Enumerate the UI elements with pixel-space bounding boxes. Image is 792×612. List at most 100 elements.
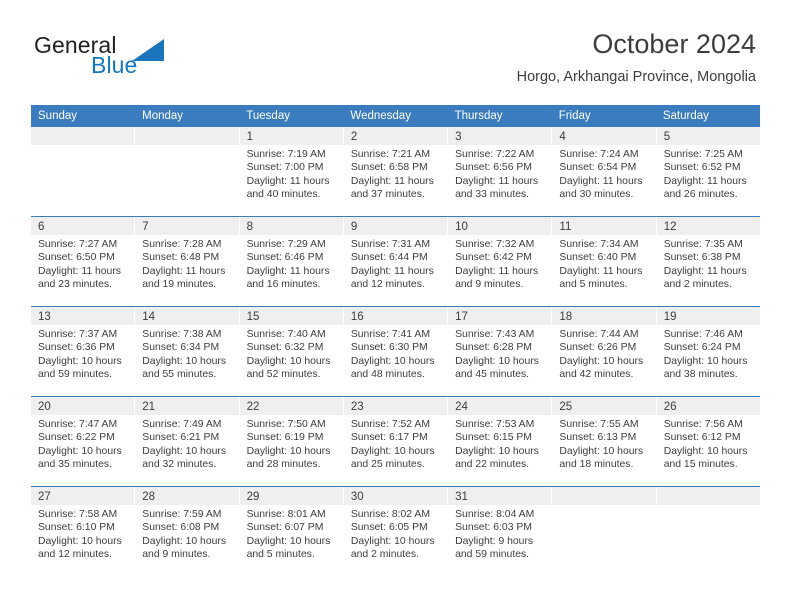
day-cell[interactable]: 13 Sunrise: 7:37 AM Sunset: 6:36 PM Dayl…	[31, 307, 136, 396]
day-cell[interactable]: 24 Sunrise: 7:53 AM Sunset: 6:15 PM Dayl…	[448, 397, 553, 486]
daylight-text-line1: Daylight: 10 hours	[142, 445, 227, 457]
daylight-text-line1: Daylight: 10 hours	[246, 445, 331, 457]
day-cell[interactable]: 29 Sunrise: 8:01 AM Sunset: 6:07 PM Dayl…	[239, 487, 344, 576]
day-number	[552, 491, 559, 503]
sunrise-text: Sunrise: 7:58 AM	[38, 509, 118, 520]
daylight-text-line1: Daylight: 10 hours	[246, 355, 331, 367]
daylight-text-line2: and 2 minutes.	[350, 549, 420, 561]
day-details: Sunrise: 7:25 AM Sunset: 6:52 PM Dayligh…	[657, 145, 760, 202]
sunrise-text: Sunrise: 7:34 AM	[559, 239, 639, 250]
daylight-text-line1: Daylight: 10 hours	[559, 445, 644, 457]
day-cell[interactable]: 4 Sunrise: 7:24 AM Sunset: 6:54 PM Dayli…	[552, 127, 657, 216]
day-number: 15	[246, 311, 260, 323]
day-cell[interactable]: 5 Sunrise: 7:25 AM Sunset: 6:52 PM Dayli…	[656, 127, 760, 216]
calendar-grid: Sunday Monday Tuesday Wednesday Thursday…	[31, 105, 760, 576]
day-cell[interactable]: 16 Sunrise: 7:41 AM Sunset: 6:30 PM Dayl…	[343, 307, 449, 396]
daylight-text-line1: Daylight: 11 hours	[246, 175, 330, 187]
day-number-strip: 17	[448, 307, 552, 325]
general-blue-logo[interactable]: General Blue	[34, 32, 224, 82]
day-cell[interactable]: 22 Sunrise: 7:50 AM Sunset: 6:19 PM Dayl…	[239, 397, 344, 486]
day-cell[interactable]: 10 Sunrise: 7:32 AM Sunset: 6:42 PM Dayl…	[448, 217, 553, 306]
day-details: Sunrise: 7:50 AM Sunset: 6:19 PM Dayligh…	[240, 415, 343, 472]
sunrise-text: Sunrise: 7:24 AM	[559, 149, 639, 160]
daylight-text-line2: and 28 minutes.	[246, 459, 321, 471]
day-cell[interactable]: 15 Sunrise: 7:40 AM Sunset: 6:32 PM Dayl…	[239, 307, 344, 396]
day-cell[interactable]: 21 Sunrise: 7:49 AM Sunset: 6:21 PM Dayl…	[135, 397, 240, 486]
daylight-text-line1: Daylight: 10 hours	[663, 445, 748, 457]
day-details: Sunrise: 7:37 AM Sunset: 6:36 PM Dayligh…	[31, 325, 134, 382]
weekday-monday: Monday	[142, 110, 184, 122]
day-cell[interactable]: 7 Sunrise: 7:28 AM Sunset: 6:48 PM Dayli…	[135, 217, 240, 306]
day-cell[interactable]: 19 Sunrise: 7:46 AM Sunset: 6:24 PM Dayl…	[656, 307, 760, 396]
day-cell[interactable]: 23 Sunrise: 7:52 AM Sunset: 6:17 PM Dayl…	[343, 397, 449, 486]
sunset-text: Sunset: 6:21 PM	[142, 432, 220, 444]
sunset-text: Sunset: 6:44 PM	[350, 252, 428, 264]
day-number	[135, 131, 142, 143]
day-cell[interactable]: 17 Sunrise: 7:43 AM Sunset: 6:28 PM Dayl…	[448, 307, 553, 396]
sunrise-text: Sunrise: 7:22 AM	[455, 149, 535, 160]
weekday-sunday: Sunday	[38, 110, 78, 122]
day-number-strip: 3	[448, 127, 552, 145]
day-cell[interactable]	[135, 127, 240, 216]
day-cell[interactable]: 14 Sunrise: 7:38 AM Sunset: 6:34 PM Dayl…	[135, 307, 240, 396]
day-details: Sunrise: 8:04 AM Sunset: 6:03 PM Dayligh…	[448, 505, 551, 562]
day-cell[interactable]	[552, 487, 657, 576]
day-number-strip: 25	[552, 397, 656, 415]
week-row: 6 Sunrise: 7:27 AM Sunset: 6:50 PM Dayli…	[31, 216, 760, 306]
sunset-text: Sunset: 6:50 PM	[38, 252, 115, 264]
day-number: 4	[559, 131, 566, 143]
day-number-strip	[656, 487, 760, 505]
day-number-strip: 24	[448, 397, 552, 415]
day-cell[interactable]: 28 Sunrise: 7:59 AM Sunset: 6:08 PM Dayl…	[135, 487, 240, 576]
day-cell[interactable]: 11 Sunrise: 7:34 AM Sunset: 6:40 PM Dayl…	[552, 217, 657, 306]
daylight-text-line1: Daylight: 11 hours	[663, 175, 747, 187]
day-cell[interactable]	[31, 127, 136, 216]
week-row: 27 Sunrise: 7:58 AM Sunset: 6:10 PM Dayl…	[31, 486, 760, 576]
title-block: October 2024 Horgo, Arkhangai Province, …	[517, 28, 756, 86]
sunset-text: Sunset: 6:19 PM	[246, 432, 324, 444]
day-cell[interactable]: 31 Sunrise: 8:04 AM Sunset: 6:03 PM Dayl…	[448, 487, 553, 576]
weekday-saturday: Saturday	[662, 110, 709, 122]
day-cell[interactable]: 8 Sunrise: 7:29 AM Sunset: 6:46 PM Dayli…	[239, 217, 344, 306]
day-cell[interactable]: 18 Sunrise: 7:44 AM Sunset: 6:26 PM Dayl…	[552, 307, 657, 396]
day-cell[interactable]: 2 Sunrise: 7:21 AM Sunset: 6:58 PM Dayli…	[343, 127, 449, 216]
day-number-strip: 13	[31, 307, 135, 325]
sunset-text: Sunset: 6:54 PM	[559, 162, 637, 174]
sunrise-text: Sunrise: 7:52 AM	[350, 419, 430, 430]
daylight-text-line2: and 23 minutes.	[38, 279, 112, 291]
day-cell[interactable]: 6 Sunrise: 7:27 AM Sunset: 6:50 PM Dayli…	[31, 217, 136, 306]
day-number	[657, 491, 664, 503]
day-number-strip: 28	[135, 487, 239, 505]
sunrise-text: Sunrise: 7:27 AM	[38, 239, 118, 250]
day-cell[interactable]	[656, 487, 760, 576]
day-cell[interactable]: 30 Sunrise: 8:02 AM Sunset: 6:05 PM Dayl…	[343, 487, 449, 576]
sunrise-text: Sunrise: 7:32 AM	[455, 239, 535, 250]
daylight-text-line1: Daylight: 10 hours	[350, 355, 435, 367]
daylight-text-line2: and 26 minutes.	[663, 189, 738, 201]
sunrise-text: Sunrise: 7:46 AM	[663, 329, 743, 340]
day-cell[interactable]: 27 Sunrise: 7:58 AM Sunset: 6:10 PM Dayl…	[31, 487, 136, 576]
sunset-text: Sunset: 6:34 PM	[142, 342, 220, 354]
day-details: Sunrise: 7:28 AM Sunset: 6:48 PM Dayligh…	[135, 235, 238, 292]
sunset-text: Sunset: 6:13 PM	[559, 432, 637, 444]
sunset-text: Sunset: 6:24 PM	[663, 342, 741, 354]
day-cell[interactable]: 26 Sunrise: 7:56 AM Sunset: 6:12 PM Dayl…	[656, 397, 760, 486]
daylight-text-line2: and 2 minutes.	[663, 279, 732, 291]
day-cell[interactable]: 12 Sunrise: 7:35 AM Sunset: 6:38 PM Dayl…	[656, 217, 760, 306]
day-cell[interactable]: 1 Sunrise: 7:19 AM Sunset: 7:00 PM Dayli…	[239, 127, 344, 216]
day-number-strip: 29	[239, 487, 343, 505]
day-cell[interactable]: 3 Sunrise: 7:22 AM Sunset: 6:56 PM Dayli…	[448, 127, 553, 216]
day-details: Sunrise: 7:27 AM Sunset: 6:50 PM Dayligh…	[31, 235, 134, 292]
day-number-strip	[552, 487, 656, 505]
day-number: 25	[559, 401, 573, 413]
day-number-strip: 11	[552, 217, 656, 235]
sunset-text: Sunset: 6:22 PM	[38, 432, 115, 444]
week-row: 13 Sunrise: 7:37 AM Sunset: 6:36 PM Dayl…	[31, 306, 760, 396]
daylight-text-line2: and 9 minutes.	[142, 549, 211, 561]
day-cell[interactable]: 25 Sunrise: 7:55 AM Sunset: 6:13 PM Dayl…	[552, 397, 657, 486]
day-cell[interactable]: 9 Sunrise: 7:31 AM Sunset: 6:44 PM Dayli…	[343, 217, 449, 306]
day-number: 16	[350, 311, 364, 323]
day-cell[interactable]: 20 Sunrise: 7:47 AM Sunset: 6:22 PM Dayl…	[31, 397, 136, 486]
day-number: 22	[246, 401, 260, 413]
day-number: 9	[350, 221, 358, 233]
